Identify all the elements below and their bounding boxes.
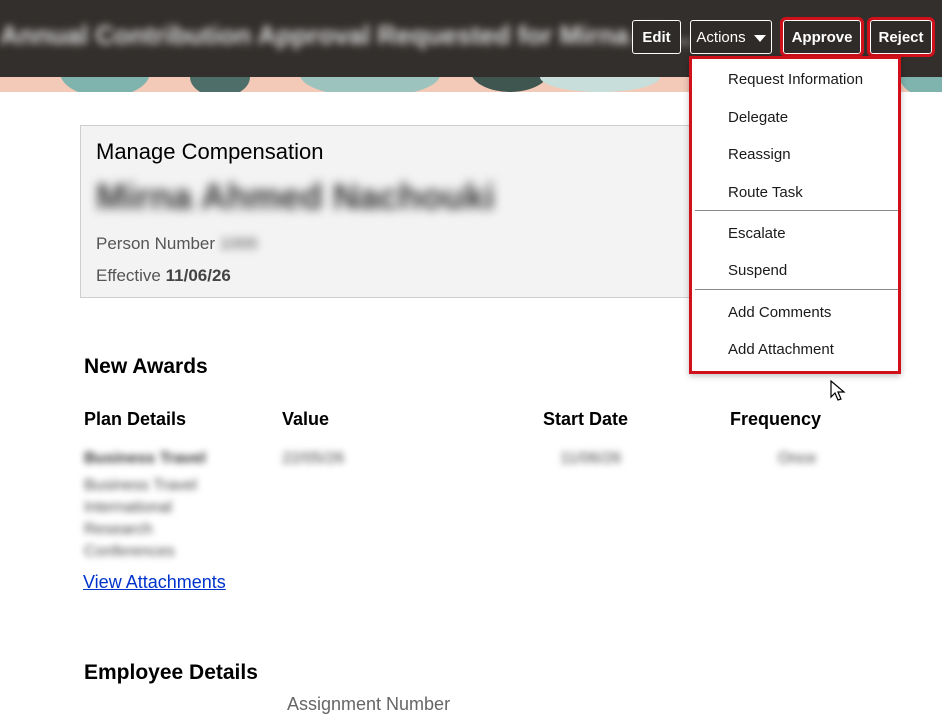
menu-item-request-information[interactable]: Request Information xyxy=(728,71,863,88)
menu-item-add-attachment[interactable]: Add Attachment xyxy=(728,341,834,358)
view-attachments-link[interactable]: View Attachments xyxy=(83,572,226,593)
compensation-card: Manage Compensation Mirna Ahmed Nachouki… xyxy=(80,125,720,298)
column-header-frequency: Frequency xyxy=(730,409,822,429)
mouse-cursor-icon xyxy=(830,380,846,401)
menu-item-suspend[interactable]: Suspend xyxy=(728,262,787,279)
assignment-number-label: Assignment Number xyxy=(287,694,451,714)
page-title: Annual Contribution Approval Requested f… xyxy=(0,20,692,50)
reject-button[interactable]: Reject xyxy=(867,17,935,57)
edit-button[interactable]: Edit xyxy=(632,20,681,54)
column-header-start-date: Start Date xyxy=(543,409,629,429)
plan-line: Conferences xyxy=(84,543,175,560)
menu-item-escalate[interactable]: Escalate xyxy=(728,225,786,242)
menu-divider xyxy=(695,210,898,211)
effective-row: Effective 11/06/26 xyxy=(96,266,231,286)
menu-item-delegate[interactable]: Delegate xyxy=(728,109,788,126)
column-header-value: Value xyxy=(282,409,330,429)
employee-details-title: Employee Details xyxy=(84,661,258,684)
award-start-date: 11/06/26 xyxy=(560,450,622,467)
new-awards-title: New Awards xyxy=(84,355,208,378)
column-header-plan-details: Plan Details xyxy=(84,409,187,429)
menu-item-reassign[interactable]: Reassign xyxy=(728,146,791,163)
person-number-label: Person Number xyxy=(96,234,216,253)
card-heading: Manage Compensation xyxy=(96,139,324,164)
effective-label: Effective xyxy=(96,266,161,285)
award-value: 22/05/26 xyxy=(282,450,345,467)
plan-line: Business Travel xyxy=(84,477,197,494)
person-number-row: Person Number 1000 xyxy=(96,234,258,254)
menu-item-route-task[interactable]: Route Task xyxy=(728,184,803,201)
award-frequency: Once xyxy=(778,450,817,467)
actions-button-label: Actions xyxy=(696,28,746,46)
person-name: Mirna Ahmed Nachouki xyxy=(96,176,495,217)
plan-line: International xyxy=(84,499,173,516)
effective-value: 11/06/26 xyxy=(165,266,231,285)
menu-item-add-comments[interactable]: Add Comments xyxy=(728,304,831,321)
actions-menu: Request Information Delegate Reassign Ro… xyxy=(689,56,901,374)
caret-down-icon xyxy=(753,34,766,42)
actions-button[interactable]: Actions xyxy=(690,20,772,54)
plan-name: Business Travel xyxy=(84,450,206,467)
person-number-value: 1000 xyxy=(219,234,258,253)
approve-button[interactable]: Approve xyxy=(780,17,864,57)
plan-line: Research xyxy=(84,521,153,538)
menu-divider xyxy=(695,289,898,290)
